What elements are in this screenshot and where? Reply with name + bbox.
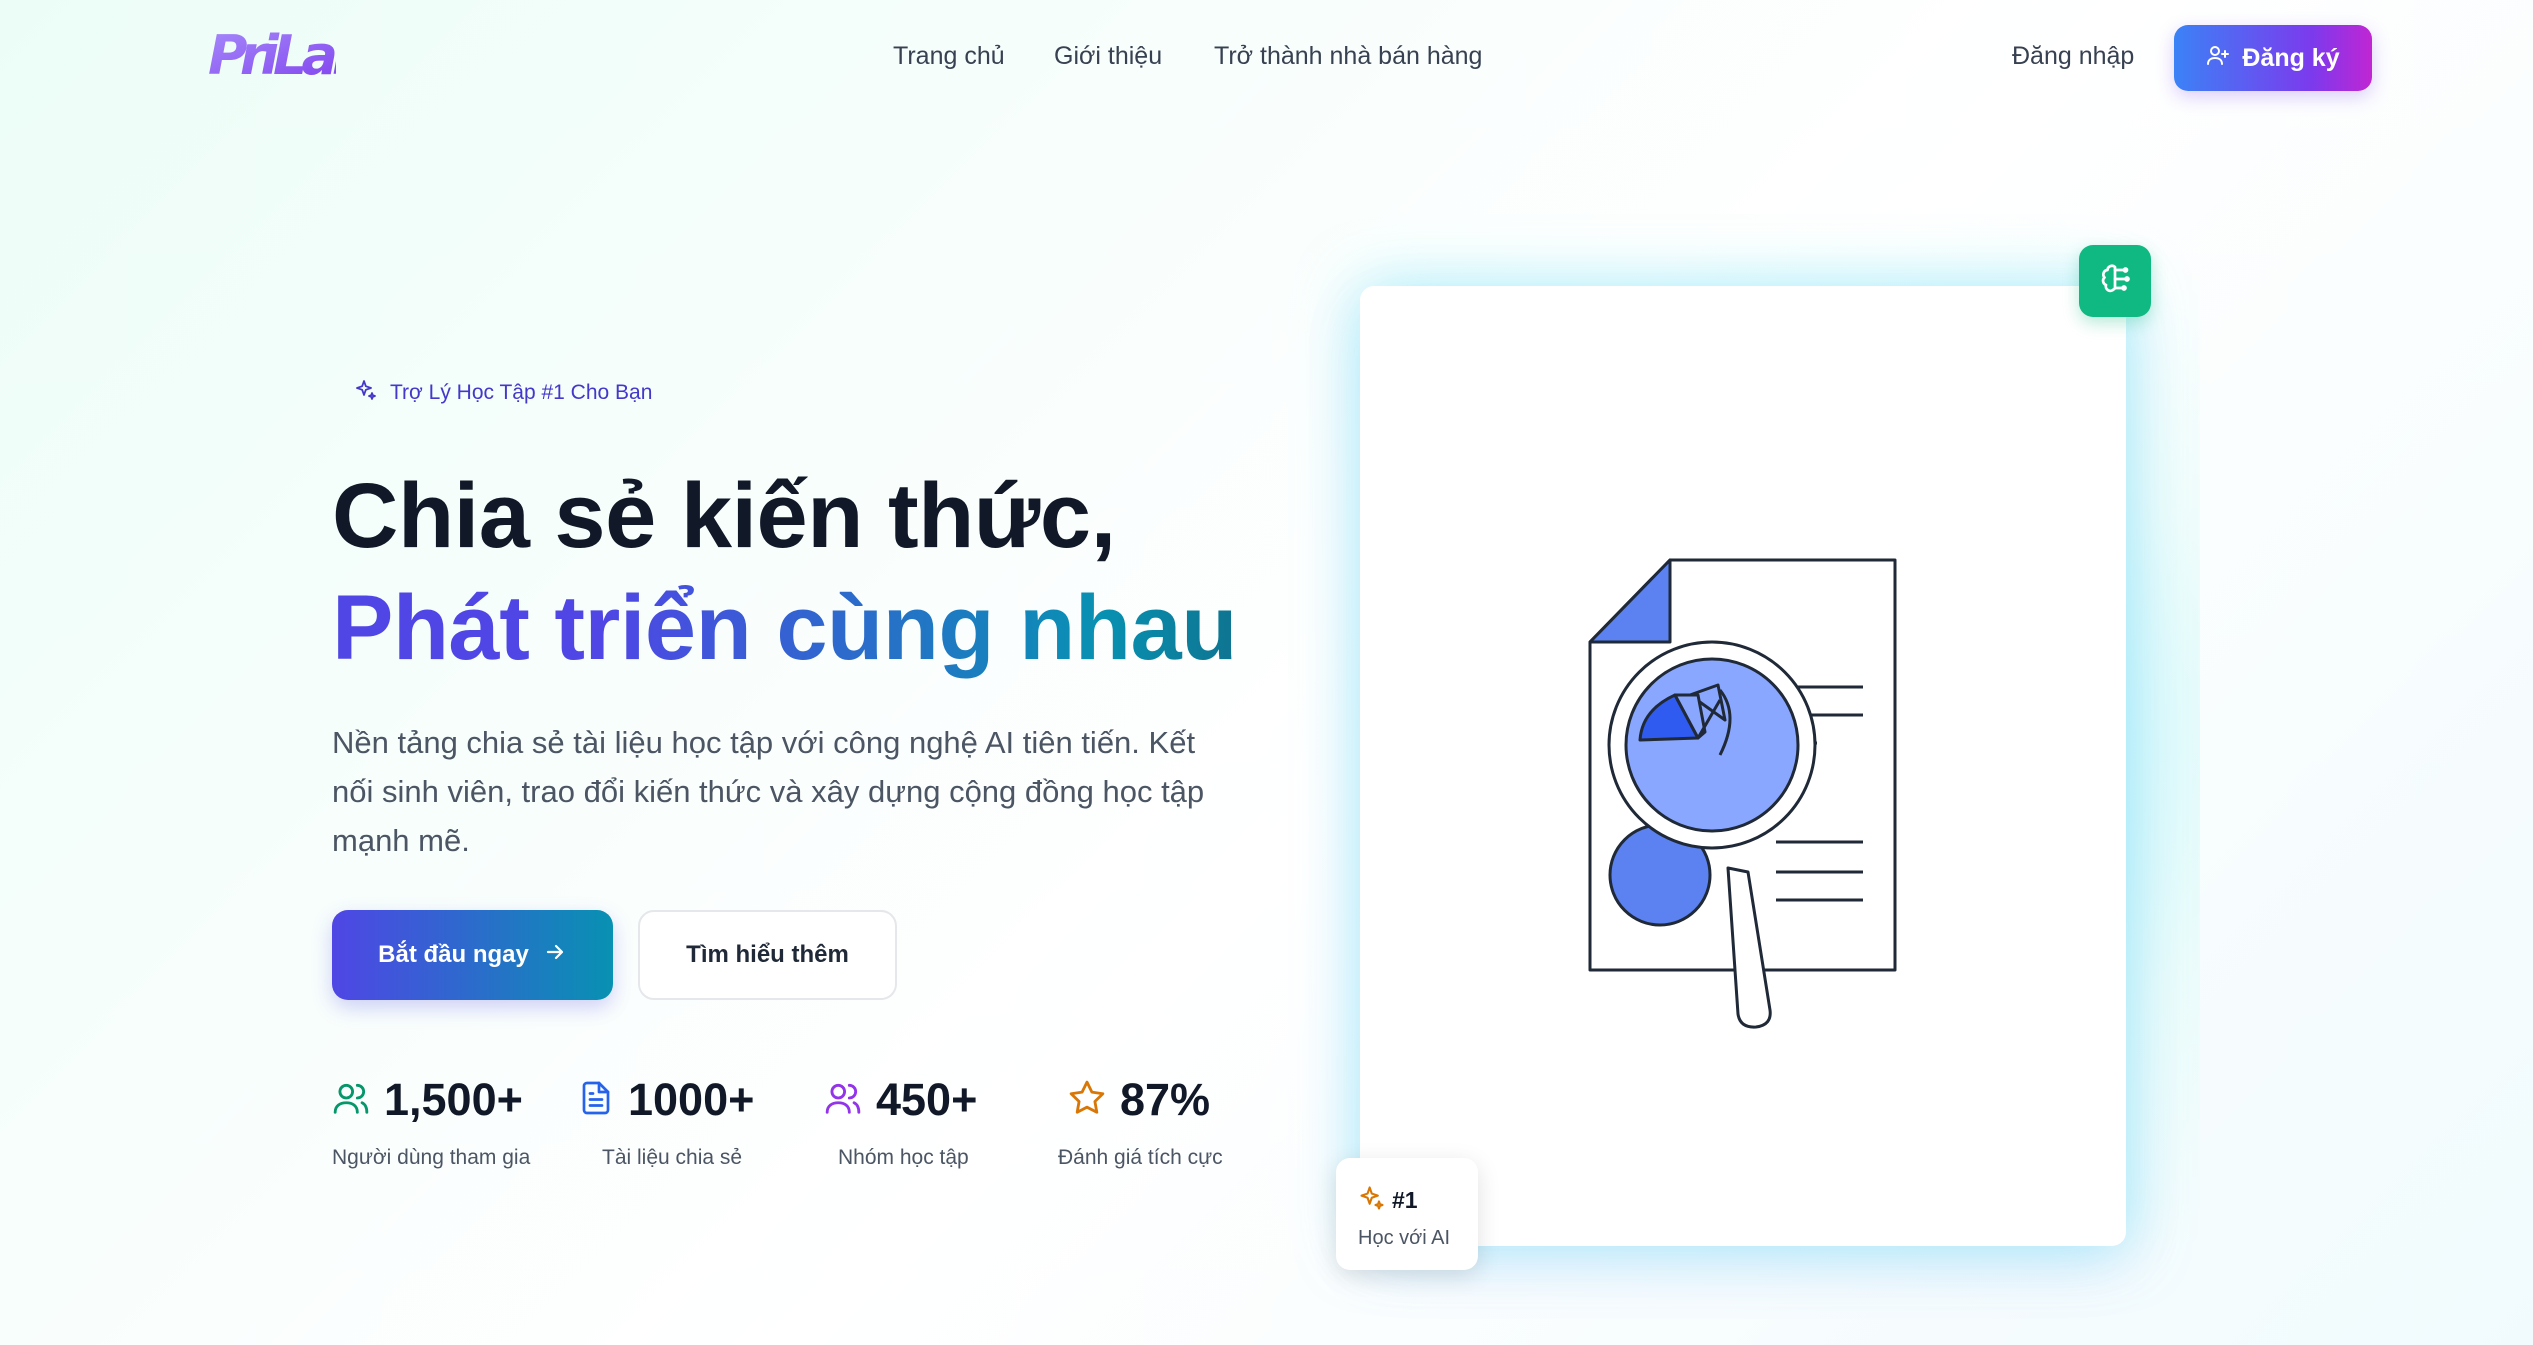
- signup-label: Đăng ký: [2242, 43, 2340, 72]
- sparkles-icon: [1358, 1184, 1386, 1217]
- document-search-illustration: [1580, 550, 1920, 1040]
- stat-value: 1,500+: [384, 1074, 523, 1125]
- stat-groups: 450+ Nhóm học tập: [824, 1074, 977, 1170]
- rank-badge-card: #1 Học với AI: [1336, 1158, 1478, 1270]
- ai-brain-badge[interactable]: [2079, 245, 2151, 317]
- rank-label: #1: [1392, 1187, 1418, 1213]
- stat-label: Đánh giá tích cực: [1058, 1146, 1223, 1169]
- stat-value: 450+: [876, 1074, 978, 1125]
- nav-home[interactable]: Trang chủ: [893, 42, 1005, 71]
- nav-about[interactable]: Giới thiệu: [1054, 42, 1162, 71]
- start-now-button[interactable]: Bắt đầu ngay: [332, 910, 613, 1000]
- users-icon: [332, 1079, 370, 1122]
- stat-label: Nhóm học tập: [838, 1146, 969, 1169]
- rank-subtitle: Học với AI: [1358, 1227, 1451, 1249]
- stat-documents: 1000+ Tài liệu chia sẻ: [578, 1074, 754, 1170]
- sparkles-icon: [354, 378, 378, 408]
- hero-title-line2: Phát triển cùng nhau: [332, 577, 1237, 679]
- document-icon: [578, 1079, 614, 1122]
- prilab-logo[interactable]: PriLab: [206, 18, 375, 94]
- login-link[interactable]: Đăng nhập: [2012, 42, 2134, 71]
- hero-description: Nền tảng chia sẻ tài liệu học tập với cô…: [332, 725, 1205, 858]
- signup-button[interactable]: Đăng ký: [2174, 25, 2372, 91]
- stat-label: Người dùng tham gia: [332, 1146, 531, 1169]
- star-icon: [1068, 1079, 1106, 1122]
- hero-tagline: Trợ Lý Học Tập #1 Cho Bạn: [354, 378, 652, 408]
- stat-users: 1,500+ Người dùng tham gia: [332, 1074, 530, 1170]
- stat-label: Tài liệu chia sẻ: [602, 1146, 743, 1169]
- stat-value: 1000+: [628, 1074, 755, 1125]
- arrow-right-icon: [543, 940, 567, 971]
- learn-more-button[interactable]: Tìm hiểu thêm: [638, 910, 897, 1000]
- brain-icon: [2097, 261, 2133, 302]
- user-plus-icon: [2206, 43, 2230, 74]
- stat-value: 87%: [1120, 1074, 1211, 1125]
- group-icon: [824, 1079, 862, 1122]
- svg-text:PriLab: PriLab: [208, 24, 336, 87]
- tagline-text: Trợ Lý Học Tập #1 Cho Bạn: [390, 381, 653, 404]
- stat-rating: 87% Đánh giá tích cực: [1058, 1074, 1223, 1170]
- start-now-label: Bắt đầu ngay: [378, 941, 529, 968]
- hero-title-line1: Chia sẻ kiến thức,: [332, 465, 1116, 567]
- nav-become-seller[interactable]: Trở thành nhà bán hàng: [1214, 42, 1482, 71]
